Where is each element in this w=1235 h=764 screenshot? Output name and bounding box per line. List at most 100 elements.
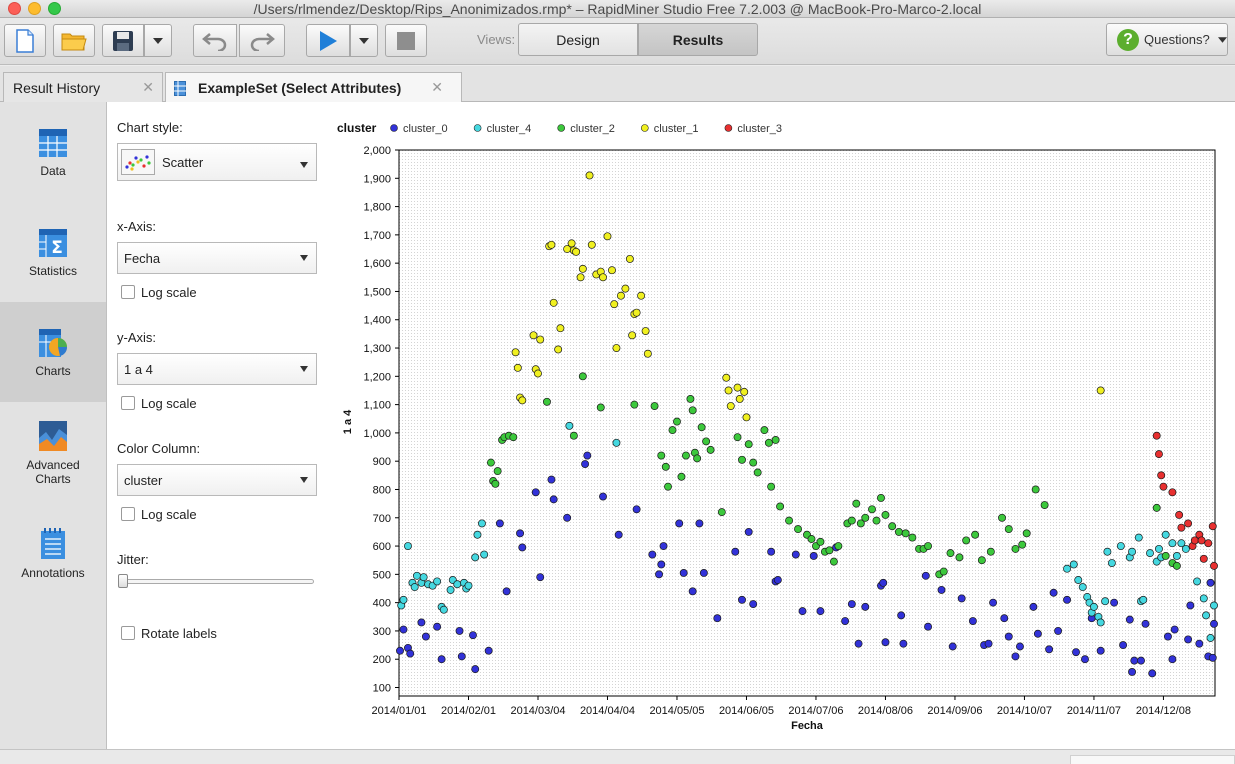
data-point-cluster_0[interactable] [437, 655, 446, 664]
data-point-cluster_4[interactable] [1063, 564, 1071, 573]
data-point-cluster_1[interactable] [547, 240, 556, 249]
run-dropdown-button[interactable] [350, 24, 378, 57]
data-point-cluster_0[interactable] [1137, 656, 1145, 665]
data-point-cluster_4[interactable] [419, 573, 428, 582]
y-log-scale-checkbox[interactable] [121, 396, 135, 410]
data-point-cluster_2[interactable] [693, 454, 702, 463]
chart-style-select[interactable]: Scatter [117, 143, 317, 181]
data-point-cluster_2[interactable] [785, 516, 794, 525]
data-point-cluster_0[interactable] [744, 527, 753, 536]
data-point-cluster_0[interactable] [632, 505, 641, 514]
data-point-cluster_2[interactable] [872, 516, 881, 525]
jitter-slider-track[interactable] [119, 579, 314, 584]
data-point-cluster_2[interactable] [668, 426, 677, 435]
data-point-cluster_2[interactable] [753, 468, 762, 477]
data-point-cluster_1[interactable] [621, 284, 630, 293]
data-point-cluster_0[interactable] [406, 649, 415, 658]
data-point-cluster_2[interactable] [630, 400, 639, 409]
data-point-cluster_2[interactable] [771, 436, 780, 444]
data-point-cluster_0[interactable] [773, 576, 782, 584]
data-point-cluster_0[interactable] [1195, 639, 1204, 648]
data-point-cluster_1[interactable] [603, 232, 612, 241]
data-point-cluster_1[interactable] [641, 327, 650, 336]
data-point-cluster_0[interactable] [495, 519, 504, 528]
data-point-cluster_1[interactable] [549, 298, 558, 307]
data-point-cluster_0[interactable] [1029, 602, 1038, 611]
sidebar-item-annotations[interactable]: Annotations [0, 502, 106, 602]
data-point-cluster_2[interactable] [677, 472, 686, 481]
data-point-cluster_0[interactable] [657, 560, 666, 569]
data-point-cluster_4[interactable] [565, 421, 574, 430]
rotate-labels-checkbox[interactable] [121, 626, 135, 640]
data-point-cluster_2[interactable] [767, 482, 776, 491]
data-point-cluster_0[interactable] [968, 617, 977, 625]
data-point-cluster_4[interactable] [404, 542, 412, 551]
data-point-cluster_4[interactable] [1069, 560, 1078, 569]
data-point-cluster_2[interactable] [1004, 525, 1013, 534]
data-point-cluster_2[interactable] [578, 372, 587, 381]
data-point-cluster_0[interactable] [937, 585, 946, 594]
data-point-cluster_1[interactable] [556, 324, 565, 333]
data-point-cluster_0[interactable] [1208, 653, 1217, 662]
open-process-button[interactable] [53, 24, 95, 57]
data-point-cluster_4[interactable] [480, 550, 489, 559]
save-process-button[interactable] [102, 24, 144, 57]
results-view-button[interactable]: Results [638, 23, 758, 56]
data-point-cluster_2[interactable] [702, 437, 711, 446]
data-point-cluster_1[interactable] [610, 300, 619, 309]
close-tab-icon[interactable]: ✕ [142, 79, 154, 96]
data-point-cluster_2[interactable] [509, 433, 518, 442]
data-point-cluster_2[interactable] [868, 505, 876, 514]
data-point-cluster_2[interactable] [733, 433, 742, 442]
data-point-cluster_2[interactable] [939, 567, 948, 576]
data-point-cluster_2[interactable] [1031, 485, 1040, 494]
data-point-cluster_3[interactable] [1177, 523, 1186, 532]
data-point-cluster_0[interactable] [547, 475, 556, 484]
data-point-cluster_2[interactable] [908, 533, 917, 542]
data-point-cluster_0[interactable] [484, 646, 493, 655]
data-point-cluster_0[interactable] [1170, 625, 1179, 634]
new-process-button[interactable] [4, 24, 46, 57]
data-point-cluster_0[interactable] [1148, 669, 1157, 678]
data-point-cluster_4[interactable] [612, 438, 621, 447]
data-point-cluster_4[interactable] [399, 595, 408, 604]
data-point-cluster_0[interactable] [1210, 619, 1218, 628]
data-point-cluster_0[interactable] [854, 639, 863, 648]
data-point-cluster_1[interactable] [632, 308, 641, 317]
data-point-cluster_0[interactable] [809, 552, 818, 560]
data-point-cluster_4[interactable] [439, 605, 448, 614]
data-point-cluster_1[interactable] [536, 335, 545, 344]
data-point-cluster_3[interactable] [1184, 519, 1193, 528]
data-point-cluster_4[interactable] [433, 577, 442, 586]
color-log-scale-checkbox[interactable] [121, 507, 135, 521]
data-point-cluster_0[interactable] [897, 611, 906, 620]
data-point-cluster_2[interactable] [1018, 540, 1027, 549]
jitter-slider-thumb[interactable] [118, 574, 128, 588]
data-point-cluster_4[interactable] [412, 571, 421, 580]
data-point-cluster_0[interactable] [1045, 645, 1054, 654]
data-point-cluster_0[interactable] [518, 543, 527, 552]
data-point-cluster_2[interactable] [661, 462, 670, 471]
data-point-cluster_4[interactable] [464, 581, 473, 590]
data-point-cluster_2[interactable] [664, 482, 672, 491]
data-point-cluster_2[interactable] [901, 529, 910, 538]
data-point-cluster_0[interactable] [421, 632, 430, 641]
data-point-cluster_3[interactable] [1152, 431, 1161, 440]
sidebar-item-charts[interactable]: Charts [0, 302, 106, 402]
data-point-cluster_2[interactable] [829, 557, 838, 566]
data-point-cluster_3[interactable] [1157, 471, 1166, 480]
data-point-cluster_2[interactable] [825, 546, 834, 555]
data-point-cluster_2[interactable] [888, 522, 897, 531]
sidebar-item-statistics[interactable]: Σ Statistics [0, 202, 106, 302]
data-point-cluster_2[interactable] [1011, 544, 1020, 553]
data-point-cluster_1[interactable] [637, 291, 646, 300]
data-point-cluster_0[interactable] [1004, 632, 1013, 641]
data-point-cluster_2[interactable] [971, 530, 980, 539]
data-point-cluster_2[interactable] [998, 513, 1006, 522]
data-point-cluster_4[interactable] [1096, 618, 1105, 627]
data-point-cluster_2[interactable] [1161, 552, 1170, 560]
data-point-cluster_2[interactable] [697, 423, 706, 432]
data-point-cluster_4[interactable] [1078, 583, 1087, 592]
data-point-cluster_2[interactable] [657, 451, 666, 460]
data-point-cluster_2[interactable] [493, 467, 502, 476]
